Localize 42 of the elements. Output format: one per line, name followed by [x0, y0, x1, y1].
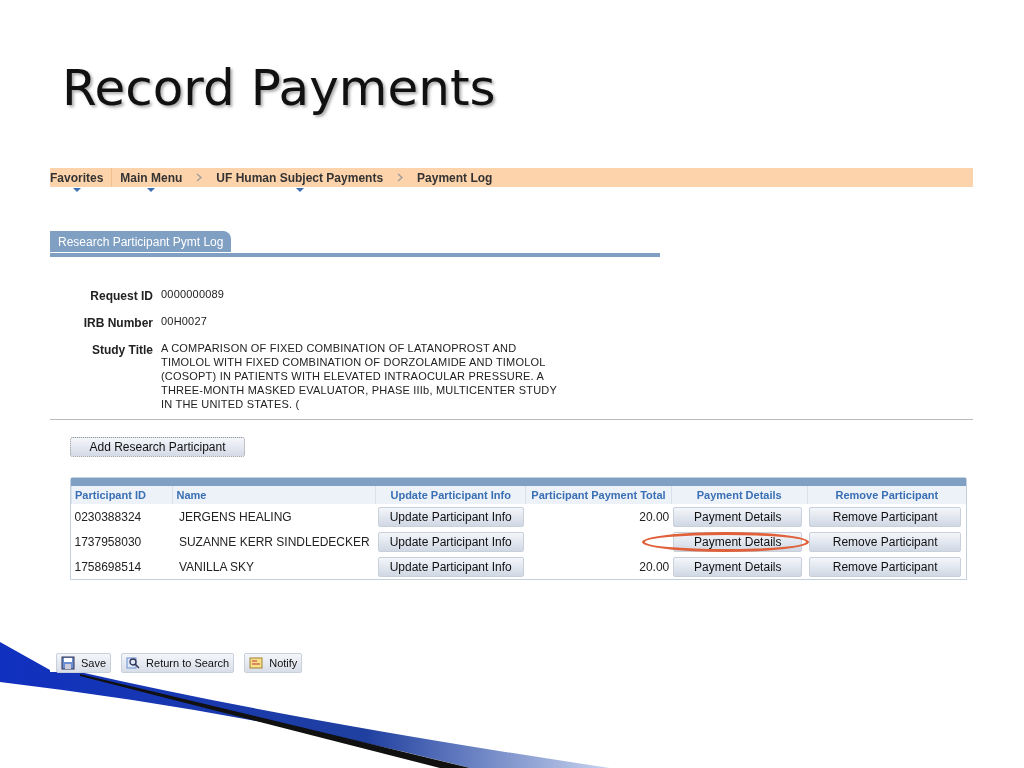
- field-label: Study Title: [90, 342, 154, 359]
- field-value: 0000000089: [161, 287, 226, 301]
- update-info-button[interactable]: Update Participant Info: [377, 531, 524, 552]
- chevron-right-icon: [397, 173, 404, 182]
- table-cell-text: VANILLA SKY: [177, 558, 256, 576]
- table-cell-text: 1737958030: [73, 533, 143, 551]
- column-header: Update Participant Info: [375, 486, 526, 504]
- table-cell: 20.00: [639, 509, 670, 524]
- remove-participant-button[interactable]: Remove Participant: [809, 556, 962, 577]
- table-cell: JERGENS HEALING: [172, 504, 376, 529]
- breadcrumb-link[interactable]: UF Human Subject Payments: [216, 168, 384, 187]
- toolbar-button[interactable]: Save: [56, 653, 112, 673]
- column-header: Payment Details: [671, 486, 808, 504]
- payment-details-button[interactable]: Payment Details: [673, 506, 803, 527]
- slide-title: Record Payments: [62, 58, 497, 118]
- table-cell-text: SUZANNE KERR SINDLEDECKER: [177, 533, 371, 551]
- field-value: 00H0027: [161, 314, 209, 328]
- remove-participant-button[interactable]: Remove Participant: [809, 506, 962, 527]
- field-label: Request ID: [89, 288, 154, 305]
- update-info-button[interactable]: Update Participant Info: [377, 556, 524, 577]
- remove-participant-button[interactable]: Remove Participant: [809, 531, 962, 552]
- add-participant-button[interactable]: Add Research Participant: [70, 437, 245, 457]
- column-header: Participant Payment Total: [525, 486, 672, 504]
- table-cell: 20.00: [639, 559, 670, 574]
- breadcrumb-link[interactable]: Payment Log: [417, 168, 493, 187]
- toolbar-button[interactable]: Return to Search: [121, 653, 235, 673]
- column-header: Name: [172, 486, 376, 504]
- field-label: IRB Number: [82, 315, 154, 332]
- note-icon: [249, 656, 264, 670]
- table-cell: 0230388324: [71, 504, 173, 529]
- breadcrumb-link[interactable]: Main Menu: [120, 168, 183, 187]
- update-info-button[interactable]: Update Participant Info: [377, 506, 524, 527]
- table-cell-text: 1758698514: [73, 558, 143, 576]
- magnifier-icon: [126, 656, 141, 670]
- payment-details-button[interactable]: Payment Details: [673, 556, 803, 577]
- column-header: Remove Participant: [807, 486, 966, 504]
- toolbar-button[interactable]: Notify: [244, 653, 303, 673]
- field-value: A COMPARISON OF FIXED COMBINATION OF LATANOPROST AND TIMOLOL WITH FIXED COMBINATION OF DORZOLAMIDE AND TIMOLOL (COSOPT) IN PATIENTS WITH ELEVATED INTRAOCULAR PRESSURE. A THREE-MONTH MASKED EVALUATOR, PHASE IIIb, MULTICENTER STUDY IN THE UNITED STATES. (: [161, 341, 558, 411]
- column-header: Participant ID: [71, 486, 173, 504]
- chevron-right-icon: [196, 173, 203, 182]
- save-icon: [61, 656, 75, 670]
- breadcrumb-link[interactable]: Favorites: [50, 168, 104, 187]
